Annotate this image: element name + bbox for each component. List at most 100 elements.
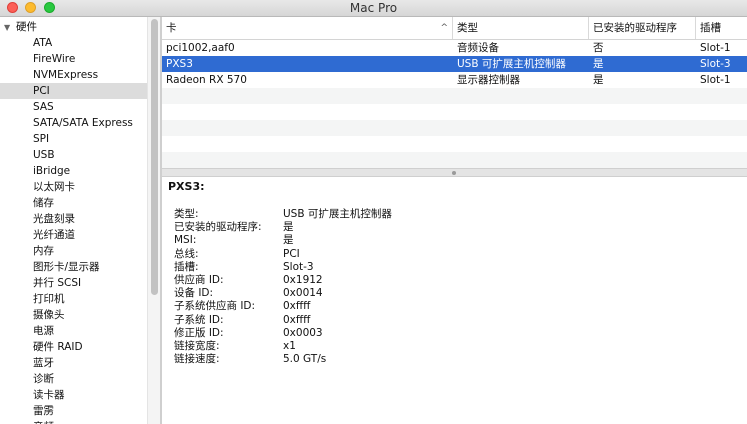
sidebar-item[interactable]: 图形卡/显示器 xyxy=(0,259,147,275)
property-value: 是 xyxy=(283,221,294,234)
table-cell: PXS3 xyxy=(166,58,193,70)
detail-property: 插槽: Slot-3 xyxy=(174,261,734,274)
detail-title: PXS3: xyxy=(168,180,205,193)
sidebar-item[interactable]: 打印机 xyxy=(0,291,147,307)
column-header-slot[interactable]: 插槽 xyxy=(696,17,747,39)
sidebar-item-label: 读卡器 xyxy=(33,389,65,401)
sidebar-item[interactable]: 诊断 xyxy=(0,371,147,387)
sidebar-item-label: SPI xyxy=(33,133,50,145)
column-header-driver[interactable]: 已安装的驱动程序 xyxy=(589,17,696,39)
sidebar-item[interactable]: iBridge xyxy=(0,163,147,179)
window-title: Mac Pro xyxy=(349,1,398,15)
detail-property: 子系统供应商 ID: 0xffff xyxy=(174,300,734,313)
sidebar-scroll-thumb[interactable] xyxy=(151,19,158,295)
sidebar-item[interactable]: 雷雳 xyxy=(0,403,147,419)
property-key: 总线: xyxy=(174,247,199,260)
property-key: 设备 ID: xyxy=(174,287,214,300)
sidebar-item-label: 以太网卡 xyxy=(33,181,75,193)
sidebar-item-label: SATA/SATA Express xyxy=(33,117,133,129)
sidebar-item-label: 并行 SCSI xyxy=(33,277,82,289)
property-value: Slot-3 xyxy=(283,260,314,273)
table-cell: 否 xyxy=(593,42,604,54)
table-cell: 音频设备 xyxy=(457,42,499,54)
detail-property: 修正版 ID: 0x0003 xyxy=(174,327,734,340)
property-key: 插槽: xyxy=(174,260,199,273)
sidebar-item[interactable]: SAS xyxy=(0,99,147,115)
property-key: 修正版 ID: xyxy=(174,326,224,339)
sidebar-item-label: FireWire xyxy=(33,53,76,65)
disclosure-triangle-icon[interactable]: ▼ xyxy=(4,20,16,36)
table-cell: 是 xyxy=(593,58,604,70)
empty-row xyxy=(162,120,747,136)
sidebar-item[interactable]: 储存 xyxy=(0,195,147,211)
table-header: 卡 ^ 类型 已安装的驱动程序 插槽 xyxy=(162,17,747,40)
detail-property: 总线: PCI xyxy=(174,248,734,261)
table-cell: 是 xyxy=(593,74,604,86)
property-value: 0x0014 xyxy=(283,287,323,300)
property-key: 链接速度: xyxy=(174,353,220,366)
property-key: 子系统 ID: xyxy=(174,313,224,326)
sidebar-item[interactable]: NVMExpress xyxy=(0,67,147,83)
sidebar-item[interactable]: PCI xyxy=(0,83,147,99)
sidebar-item[interactable]: FireWire xyxy=(0,51,147,67)
sidebar-item-label: 图形卡/显示器 xyxy=(33,261,100,273)
sidebar-item[interactable]: 内存 xyxy=(0,243,147,259)
table-row[interactable]: Radeon RX 570 显示器控制器 是 Slot-1 xyxy=(162,72,747,88)
property-value: x1 xyxy=(283,340,296,352)
horizontal-splitter[interactable] xyxy=(162,168,747,177)
sidebar-scrollbar[interactable] xyxy=(147,17,160,424)
sidebar-item-label: 电源 xyxy=(33,325,54,337)
empty-row xyxy=(162,136,747,152)
sidebar-item[interactable]: ATA xyxy=(0,35,147,51)
table-cell: Slot-1 xyxy=(700,42,731,54)
table-row[interactable]: pci1002,aaf0 音频设备 否 Slot-1 xyxy=(162,40,747,56)
table-cell: USB 可扩展主机控制器 xyxy=(457,58,566,70)
sidebar-group-hardware[interactable]: ▼ 硬件 xyxy=(0,19,147,35)
property-key: 链接宽度: xyxy=(174,340,220,352)
empty-row xyxy=(162,152,747,168)
sidebar-item[interactable]: 硬件 RAID xyxy=(0,339,147,355)
sidebar-item[interactable]: 以太网卡 xyxy=(0,179,147,195)
table-row[interactable]: PXS3 USB 可扩展主机控制器 是 Slot-3 xyxy=(162,56,747,72)
sidebar-item-label: ATA xyxy=(33,37,53,49)
sidebar-item[interactable]: USB xyxy=(0,147,147,163)
property-key: MSI: xyxy=(174,234,197,247)
property-value: 0x1912 xyxy=(283,274,323,286)
title-bar: Mac Pro xyxy=(0,0,747,17)
sidebar-item-label: 蓝牙 xyxy=(33,357,54,369)
sidebar-item-label: 光纤通道 xyxy=(33,229,75,241)
sidebar-item-label: 音频 xyxy=(33,419,54,424)
sidebar-item[interactable]: 读卡器 xyxy=(0,387,147,403)
property-value: USB 可扩展主机控制器 xyxy=(283,208,392,220)
sidebar-item[interactable]: 光盘刻录 xyxy=(0,211,147,227)
table-cell: 显示器控制器 xyxy=(457,74,520,86)
sidebar-item[interactable]: SPI xyxy=(0,131,147,147)
sidebar-item[interactable]: 电源 xyxy=(0,323,147,339)
sidebar-item-label: 打印机 xyxy=(33,293,65,305)
sidebar-item[interactable]: SATA/SATA Express xyxy=(0,115,147,131)
detail-property: 已安装的驱动程序: 是 xyxy=(174,221,734,234)
sidebar-item-label: NVMExpress xyxy=(33,69,99,81)
detail-property: MSI: 是 xyxy=(174,234,734,247)
sidebar-item-label: 内存 xyxy=(33,245,54,257)
column-header-card[interactable]: 卡 ^ xyxy=(162,17,453,39)
sidebar-item-label: 光盘刻录 xyxy=(33,213,75,225)
sidebar-item[interactable]: 音频 xyxy=(0,419,147,424)
sidebar-item-label: 摄像头 xyxy=(33,309,65,321)
sidebar-item-label: USB xyxy=(33,149,55,161)
sidebar-item[interactable]: 并行 SCSI xyxy=(0,275,147,291)
property-value: 0x0003 xyxy=(283,326,323,339)
sidebar-item[interactable]: 光纤通道 xyxy=(0,227,147,243)
property-value: 是 xyxy=(283,234,294,247)
empty-row xyxy=(162,104,747,120)
table-cell: Radeon RX 570 xyxy=(166,74,247,86)
detail-property: 供应商 ID: 0x1912 xyxy=(174,274,734,287)
sidebar-item[interactable]: 摄像头 xyxy=(0,307,147,323)
property-value: 0xffff xyxy=(283,300,311,313)
sidebar-item[interactable]: 蓝牙 xyxy=(0,355,147,371)
property-key: 供应商 ID: xyxy=(174,274,224,286)
detail-property: 子系统 ID: 0xffff xyxy=(174,314,734,327)
column-header-type[interactable]: 类型 xyxy=(453,17,589,39)
property-key: 子系统供应商 ID: xyxy=(174,300,256,313)
sidebar-item-label: 雷雳 xyxy=(33,405,54,417)
